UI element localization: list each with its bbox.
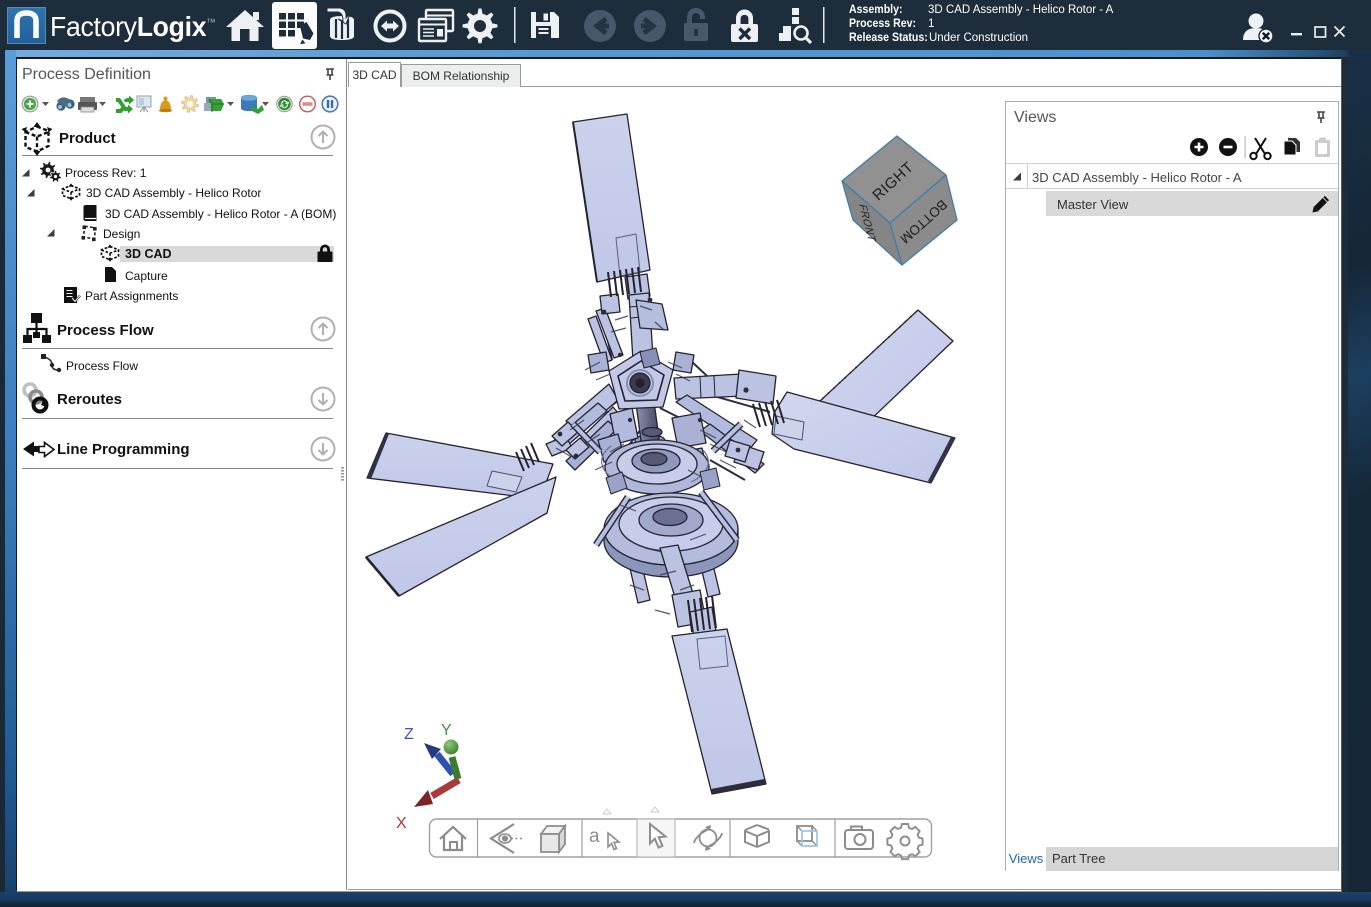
- svg-text:a: a: [589, 826, 600, 847]
- svg-text:X: X: [396, 815, 407, 832]
- svg-text:Y: Y: [441, 722, 452, 739]
- svg-text:Z: Z: [404, 726, 414, 743]
